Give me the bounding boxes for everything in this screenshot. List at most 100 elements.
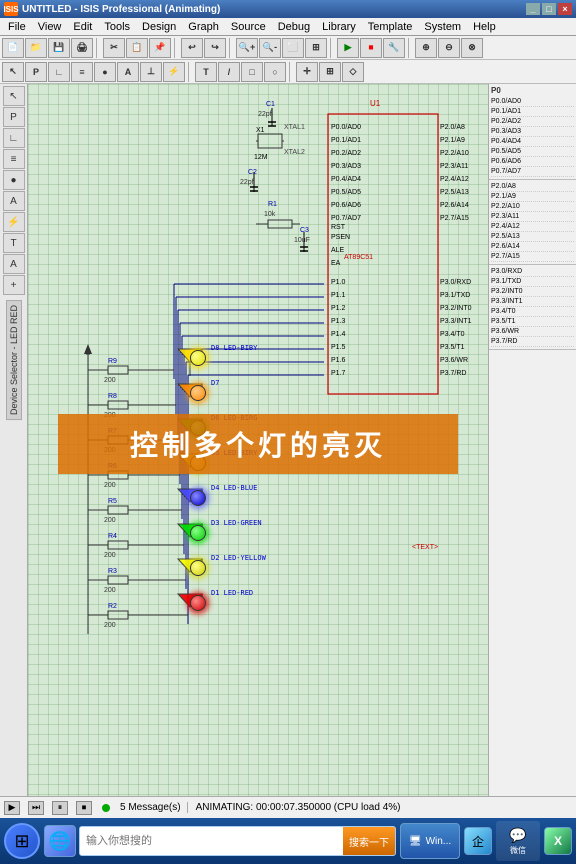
tb-cut[interactable]: ✂ <box>103 38 125 58</box>
menu-tools[interactable]: Tools <box>98 20 136 34</box>
lt-select[interactable]: ↖ <box>3 86 25 106</box>
toolbar-2: ↖ P ∟ ≡ ● A ⊥ ⚡ T / □ ○ ✛ ⊞ ◇ <box>0 60 576 84</box>
tb2-component[interactable]: P <box>25 62 47 82</box>
pin-p37: P3.7/RD <box>491 337 574 347</box>
tb-zoom-area[interactable]: ⬜ <box>282 38 304 58</box>
svg-text:P1.5: P1.5 <box>331 344 346 351</box>
tb-stop[interactable]: ⏹ <box>360 38 382 58</box>
text-label-right: <TEXT> <box>412 544 438 551</box>
menu-template[interactable]: Template <box>362 20 419 34</box>
menu-file[interactable]: File <box>2 20 32 34</box>
svg-text:P0.3/AD3: P0.3/AD3 <box>331 163 361 170</box>
tb2-power[interactable]: ⚡ <box>163 62 185 82</box>
menu-design[interactable]: Design <box>136 20 182 34</box>
tb2-text[interactable]: T <box>195 62 217 82</box>
lt-junction[interactable]: ● <box>3 170 25 190</box>
window-title: UNTITLED - ISIS Professional (Animating) <box>22 4 526 15</box>
svg-text:P1.0: P1.0 <box>331 279 346 286</box>
svg-text:200: 200 <box>104 377 116 384</box>
title-bar: ISIS UNTITLED - ISIS Professional (Anima… <box>0 0 576 18</box>
tb-extra3[interactable]: ⊗ <box>461 38 483 58</box>
led-d8 <box>190 350 206 366</box>
tb-settings[interactable]: 🔧 <box>383 38 405 58</box>
taskbar-app-win[interactable]: 🖥 Win... <box>400 823 460 859</box>
tb2-select[interactable]: ↖ <box>2 62 24 82</box>
play-button[interactable]: ▶ <box>4 801 20 815</box>
stop-button[interactable]: ⏹ <box>76 801 92 815</box>
step-button[interactable]: ⏭ <box>28 801 44 815</box>
menu-help[interactable]: Help <box>467 20 502 34</box>
tb-paste[interactable]: 📌 <box>149 38 171 58</box>
svg-text:XTAL1: XTAL1 <box>284 124 305 131</box>
svg-text:P2.6/A14: P2.6/A14 <box>440 202 469 209</box>
maximize-button[interactable]: □ <box>542 3 556 15</box>
lt-label[interactable]: A <box>3 191 25 211</box>
menu-view[interactable]: View <box>32 20 68 34</box>
menu-system[interactable]: System <box>418 20 467 34</box>
tb2-marker[interactable]: ◇ <box>342 62 364 82</box>
tb-copy[interactable]: 📋 <box>126 38 148 58</box>
led-d2 <box>190 560 206 576</box>
tb-open[interactable]: 📁 <box>25 38 47 58</box>
pin-p23: P2.3/A11 <box>491 212 574 222</box>
device-selector-label[interactable]: Device Selector - LED RED <box>6 300 22 420</box>
lt-subcirc[interactable]: A <box>3 254 25 274</box>
tray-excel[interactable]: X <box>544 827 572 855</box>
lt-text[interactable]: T <box>3 233 25 253</box>
tb-run[interactable]: ▶ <box>337 38 359 58</box>
lt-component[interactable]: P <box>3 107 25 127</box>
lt-mark[interactable]: + <box>3 275 25 295</box>
lt-bus[interactable]: ≡ <box>3 149 25 169</box>
tb2-snap[interactable]: ⊞ <box>319 62 341 82</box>
tb-redo[interactable]: ↪ <box>204 38 226 58</box>
tb-zoom-in[interactable]: 🔍+ <box>236 38 258 58</box>
search-input[interactable] <box>80 827 343 855</box>
start-button[interactable]: ⊞ <box>4 823 40 859</box>
lt-power[interactable]: ⚡ <box>3 212 25 232</box>
svg-text:P0.2/AD2: P0.2/AD2 <box>331 150 361 157</box>
svg-text:C3: C3 <box>300 227 309 234</box>
tb2-line[interactable]: / <box>218 62 240 82</box>
pin-p33: P3.3/INT1 <box>491 297 574 307</box>
pause-button[interactable]: ⏸ <box>52 801 68 815</box>
tb2-netflag[interactable]: ⊥ <box>140 62 162 82</box>
menu-library[interactable]: Library <box>316 20 362 34</box>
tb-extra2[interactable]: ⊖ <box>438 38 460 58</box>
tb2-junction[interactable]: ● <box>94 62 116 82</box>
menu-source[interactable]: Source <box>225 20 272 34</box>
tb-save[interactable]: 💾 <box>48 38 70 58</box>
tb2-box[interactable]: □ <box>241 62 263 82</box>
tb2-netlabel[interactable]: A <box>117 62 139 82</box>
close-button[interactable]: × <box>558 3 572 15</box>
label-d7: D7 <box>211 379 219 387</box>
lt-wire[interactable]: ∟ <box>3 128 25 148</box>
browser-icon-box[interactable]: 🌐 <box>44 825 76 857</box>
tb-zoom-all[interactable]: ⊞ <box>305 38 327 58</box>
menu-edit[interactable]: Edit <box>67 20 98 34</box>
tb-extra1[interactable]: ⊕ <box>415 38 437 58</box>
window-controls[interactable]: _ □ × <box>526 3 572 15</box>
svg-text:P2.2/A10: P2.2/A10 <box>440 150 469 157</box>
wechat-label: 微信 <box>510 845 526 856</box>
menu-graph[interactable]: Graph <box>182 20 225 34</box>
label-d8: D8 LED-BIBY <box>211 344 257 352</box>
search-button[interactable]: 搜索一下 <box>343 827 395 855</box>
pin-p34: P3.4/T0 <box>491 307 574 317</box>
excel-icon: X <box>554 834 562 848</box>
menu-debug[interactable]: Debug <box>272 20 316 34</box>
minimize-button[interactable]: _ <box>526 3 540 15</box>
tb2-bus[interactable]: ≡ <box>71 62 93 82</box>
tb2-origin[interactable]: ✛ <box>296 62 318 82</box>
pin-p21: P2.1/A9 <box>491 192 574 202</box>
tb2-circle[interactable]: ○ <box>264 62 286 82</box>
tb-new[interactable]: 📄 <box>2 38 24 58</box>
svg-text:P3.7/RD: P3.7/RD <box>440 370 466 377</box>
tb-print[interactable]: 🖨 <box>71 38 93 58</box>
tb2-wire[interactable]: ∟ <box>48 62 70 82</box>
tb-zoom-out[interactable]: 🔍- <box>259 38 281 58</box>
pin-p27: P2.7/A15 <box>491 252 574 262</box>
tray-wechat[interactable]: 💬 微信 <box>496 821 540 861</box>
tray-tencent[interactable]: 企 <box>464 827 492 855</box>
tb-undo[interactable]: ↩ <box>181 38 203 58</box>
schematic-canvas[interactable]: U1 AT89C51 P0.0/AD0 P0.1/AD1 P0.2/AD2 P0… <box>28 84 488 796</box>
